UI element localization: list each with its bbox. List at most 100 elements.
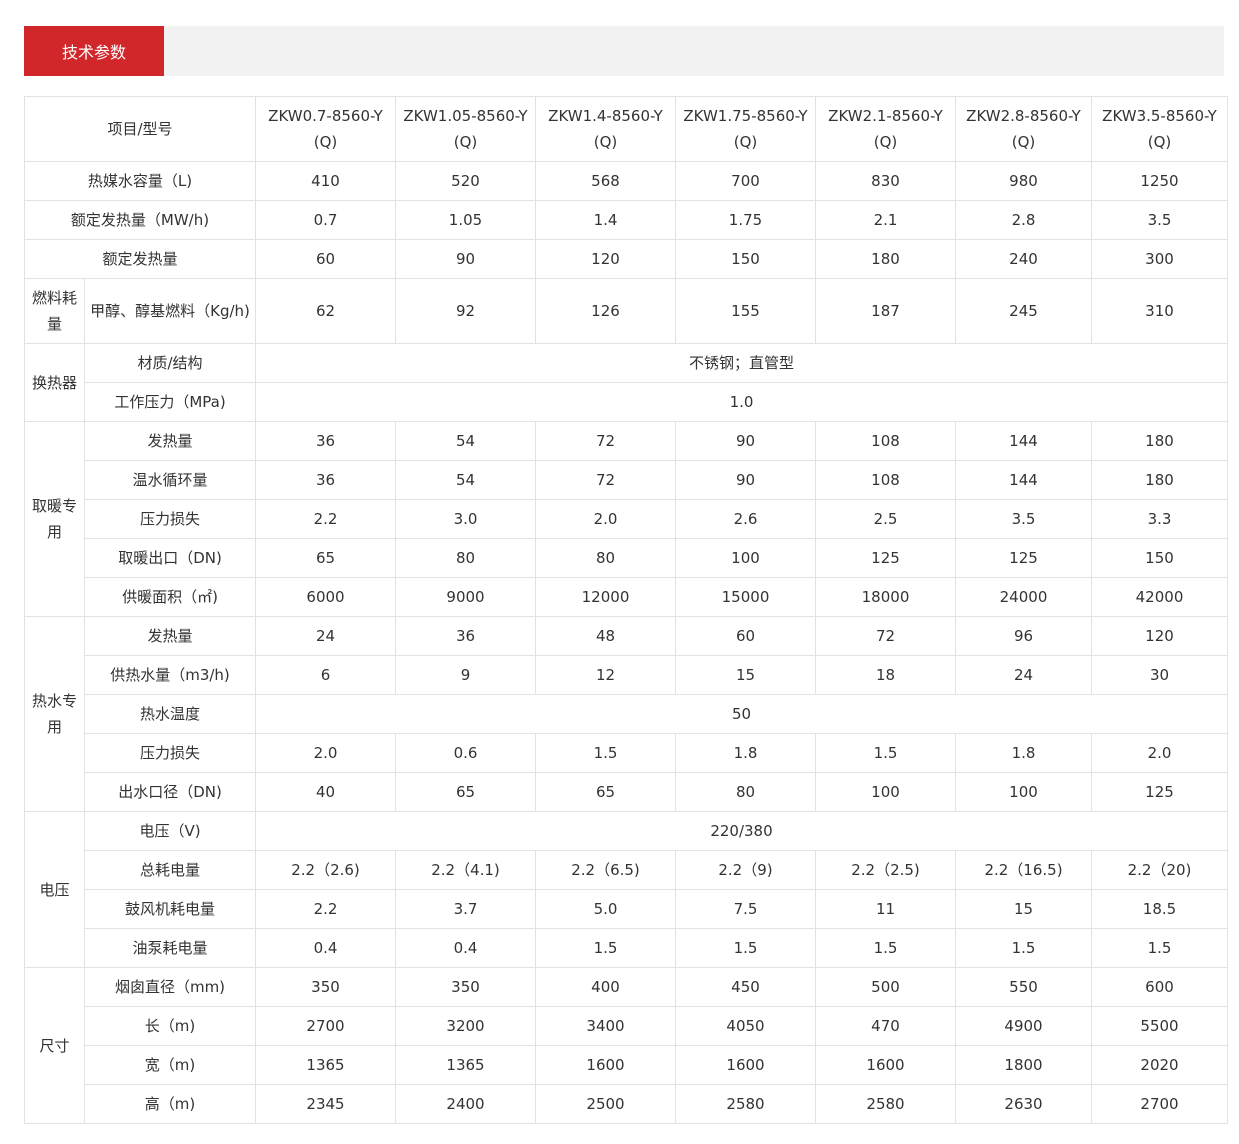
value-cell: 245 <box>955 278 1092 344</box>
value-cell: 6 <box>255 655 396 695</box>
value-cell: 350 <box>395 967 536 1007</box>
table-row: 油泵耗电量 0.4 0.4 1.5 1.5 1.5 1.5 1.5 <box>25 928 1228 968</box>
value-cell: 7.5 <box>675 889 816 929</box>
value-cell: 2.0 <box>255 733 396 773</box>
value-cell: 0.7 <box>255 200 396 240</box>
value-cell: 60 <box>255 239 396 279</box>
table-row: 高（m) 2345 2400 2500 2580 2580 2630 2700 <box>25 1084 1228 1124</box>
value-cell: 92 <box>395 278 536 344</box>
value-cell: 470 <box>815 1006 956 1046</box>
value-cell: 180 <box>1091 460 1228 500</box>
row-label: 长（m) <box>84 1006 256 1046</box>
row-label: 取暖出口（DN) <box>84 538 256 578</box>
value-cell: 144 <box>955 421 1092 461</box>
model-header: ZKW1.05-8560-Y(Q) <box>395 96 536 162</box>
value-cell: 15000 <box>675 577 816 617</box>
table-row: 热水专用 发热量 24 36 48 60 72 96 120 <box>24 616 1228 812</box>
value-cell: 4900 <box>955 1006 1092 1046</box>
table-row: 压力损失 2.0 0.6 1.5 1.8 1.5 1.8 2.0 <box>25 733 1228 773</box>
value-cell: 2.2 <box>255 499 396 539</box>
value-cell: 96 <box>955 616 1092 656</box>
merged-value-cell: 50 <box>255 694 1228 734</box>
table-row: 热媒水容量（L) 410 520 568 700 830 980 1250 <box>24 161 1228 201</box>
value-cell: 125 <box>815 538 956 578</box>
value-cell: 30 <box>1091 655 1228 695</box>
value-cell: 24000 <box>955 577 1092 617</box>
value-cell: 3.5 <box>1091 200 1228 240</box>
value-cell: 2.2（6.5) <box>535 850 676 890</box>
value-cell: 1365 <box>395 1045 536 1085</box>
table-row: 压力损失 2.2 3.0 2.0 2.6 2.5 3.5 3.3 <box>25 499 1228 539</box>
value-cell: 144 <box>955 460 1092 500</box>
value-cell: 2.0 <box>535 499 676 539</box>
table-row: 总耗电量 2.2（2.6) 2.2（4.1) 2.2（6.5) 2.2（9) 2.2（2.… <box>25 850 1228 890</box>
value-cell: 36 <box>395 616 536 656</box>
model-header: ZKW0.7-8560-Y(Q) <box>255 96 396 162</box>
value-cell: 2.1 <box>815 200 956 240</box>
row-label: 甲醇、醇基燃料（Kg/h) <box>84 278 256 344</box>
value-cell: 62 <box>255 278 396 344</box>
value-cell: 12000 <box>535 577 676 617</box>
group-label: 燃料耗量 <box>24 278 85 344</box>
value-cell: 0.6 <box>395 733 536 773</box>
value-cell: 65 <box>255 538 396 578</box>
value-cell: 300 <box>1091 239 1228 279</box>
section-title: 技术参数 <box>61 43 126 62</box>
value-cell: 1.05 <box>395 200 536 240</box>
table-row: 供热水量（m3/h) 6 9 12 15 18 24 30 <box>25 655 1228 695</box>
value-cell: 72 <box>535 421 676 461</box>
value-cell: 80 <box>395 538 536 578</box>
value-cell: 830 <box>815 161 956 201</box>
value-cell: 180 <box>815 239 956 279</box>
value-cell: 2400 <box>395 1084 536 1124</box>
row-label: 出水口径（DN) <box>84 772 256 812</box>
value-cell: 108 <box>815 460 956 500</box>
model-header: ZKW3.5-8560-Y(Q) <box>1091 96 1228 162</box>
value-cell: 65 <box>395 772 536 812</box>
value-cell: 126 <box>535 278 676 344</box>
value-cell: 2.2（9) <box>675 850 816 890</box>
value-cell: 1.8 <box>955 733 1092 773</box>
group-label: 电压 <box>24 811 85 968</box>
value-cell: 54 <box>395 421 536 461</box>
row-label: 额定发热量 <box>24 239 256 279</box>
row-label: 额定发热量（MW/h) <box>24 200 256 240</box>
value-cell: 9 <box>395 655 536 695</box>
row-label: 总耗电量 <box>84 850 256 890</box>
row-label: 供热水量（m3/h) <box>84 655 256 695</box>
value-cell: 5500 <box>1091 1006 1228 1046</box>
value-cell: 980 <box>955 161 1092 201</box>
table-row: 工作压力（MPa) 1.0 <box>25 382 1228 422</box>
value-cell: 1.5 <box>535 733 676 773</box>
value-cell: 42000 <box>1091 577 1228 617</box>
table-header-row: 项目/型号 ZKW0.7-8560-Y(Q) ZKW1.05-8560-Y(Q) ZK… <box>24 96 1228 162</box>
table-row: 额定发热量 60 90 120 150 180 240 300 <box>24 239 1228 279</box>
value-cell: 1600 <box>535 1045 676 1085</box>
value-cell: 240 <box>955 239 1092 279</box>
value-cell: 1.5 <box>815 733 956 773</box>
value-cell: 3.5 <box>955 499 1092 539</box>
value-cell: 80 <box>675 772 816 812</box>
row-label: 材质/结构 <box>84 343 256 383</box>
merged-value-cell: 220/380 <box>255 811 1228 851</box>
table-row: 温水循环量 36 54 72 90 108 144 180 <box>25 460 1228 500</box>
value-cell: 40 <box>255 772 396 812</box>
value-cell: 2345 <box>255 1084 396 1124</box>
table-row: 取暖出口（DN) 65 80 80 100 125 125 150 <box>25 538 1228 578</box>
value-cell: 72 <box>535 460 676 500</box>
row-label: 鼓风机耗电量 <box>84 889 256 929</box>
value-cell: 54 <box>395 460 536 500</box>
value-cell: 2700 <box>1091 1084 1228 1124</box>
group-label: 取暖专用 <box>24 421 85 617</box>
value-cell: 125 <box>955 538 1092 578</box>
table-row: 换热器 材质/结构 不锈钢；直管型 <box>24 343 1228 422</box>
row-label: 压力损失 <box>84 733 256 773</box>
value-cell: 2.8 <box>955 200 1092 240</box>
table-row: 鼓风机耗电量 2.2 3.7 5.0 7.5 11 15 18.5 <box>25 889 1228 929</box>
value-cell: 350 <box>255 967 396 1007</box>
section-title-tab[interactable]: 技术参数 <box>24 26 164 76</box>
value-cell: 1.4 <box>535 200 676 240</box>
value-cell: 1600 <box>675 1045 816 1085</box>
value-cell: 2.6 <box>675 499 816 539</box>
table-row: 长（m) 2700 3200 3400 4050 470 4900 5500 <box>25 1006 1228 1046</box>
